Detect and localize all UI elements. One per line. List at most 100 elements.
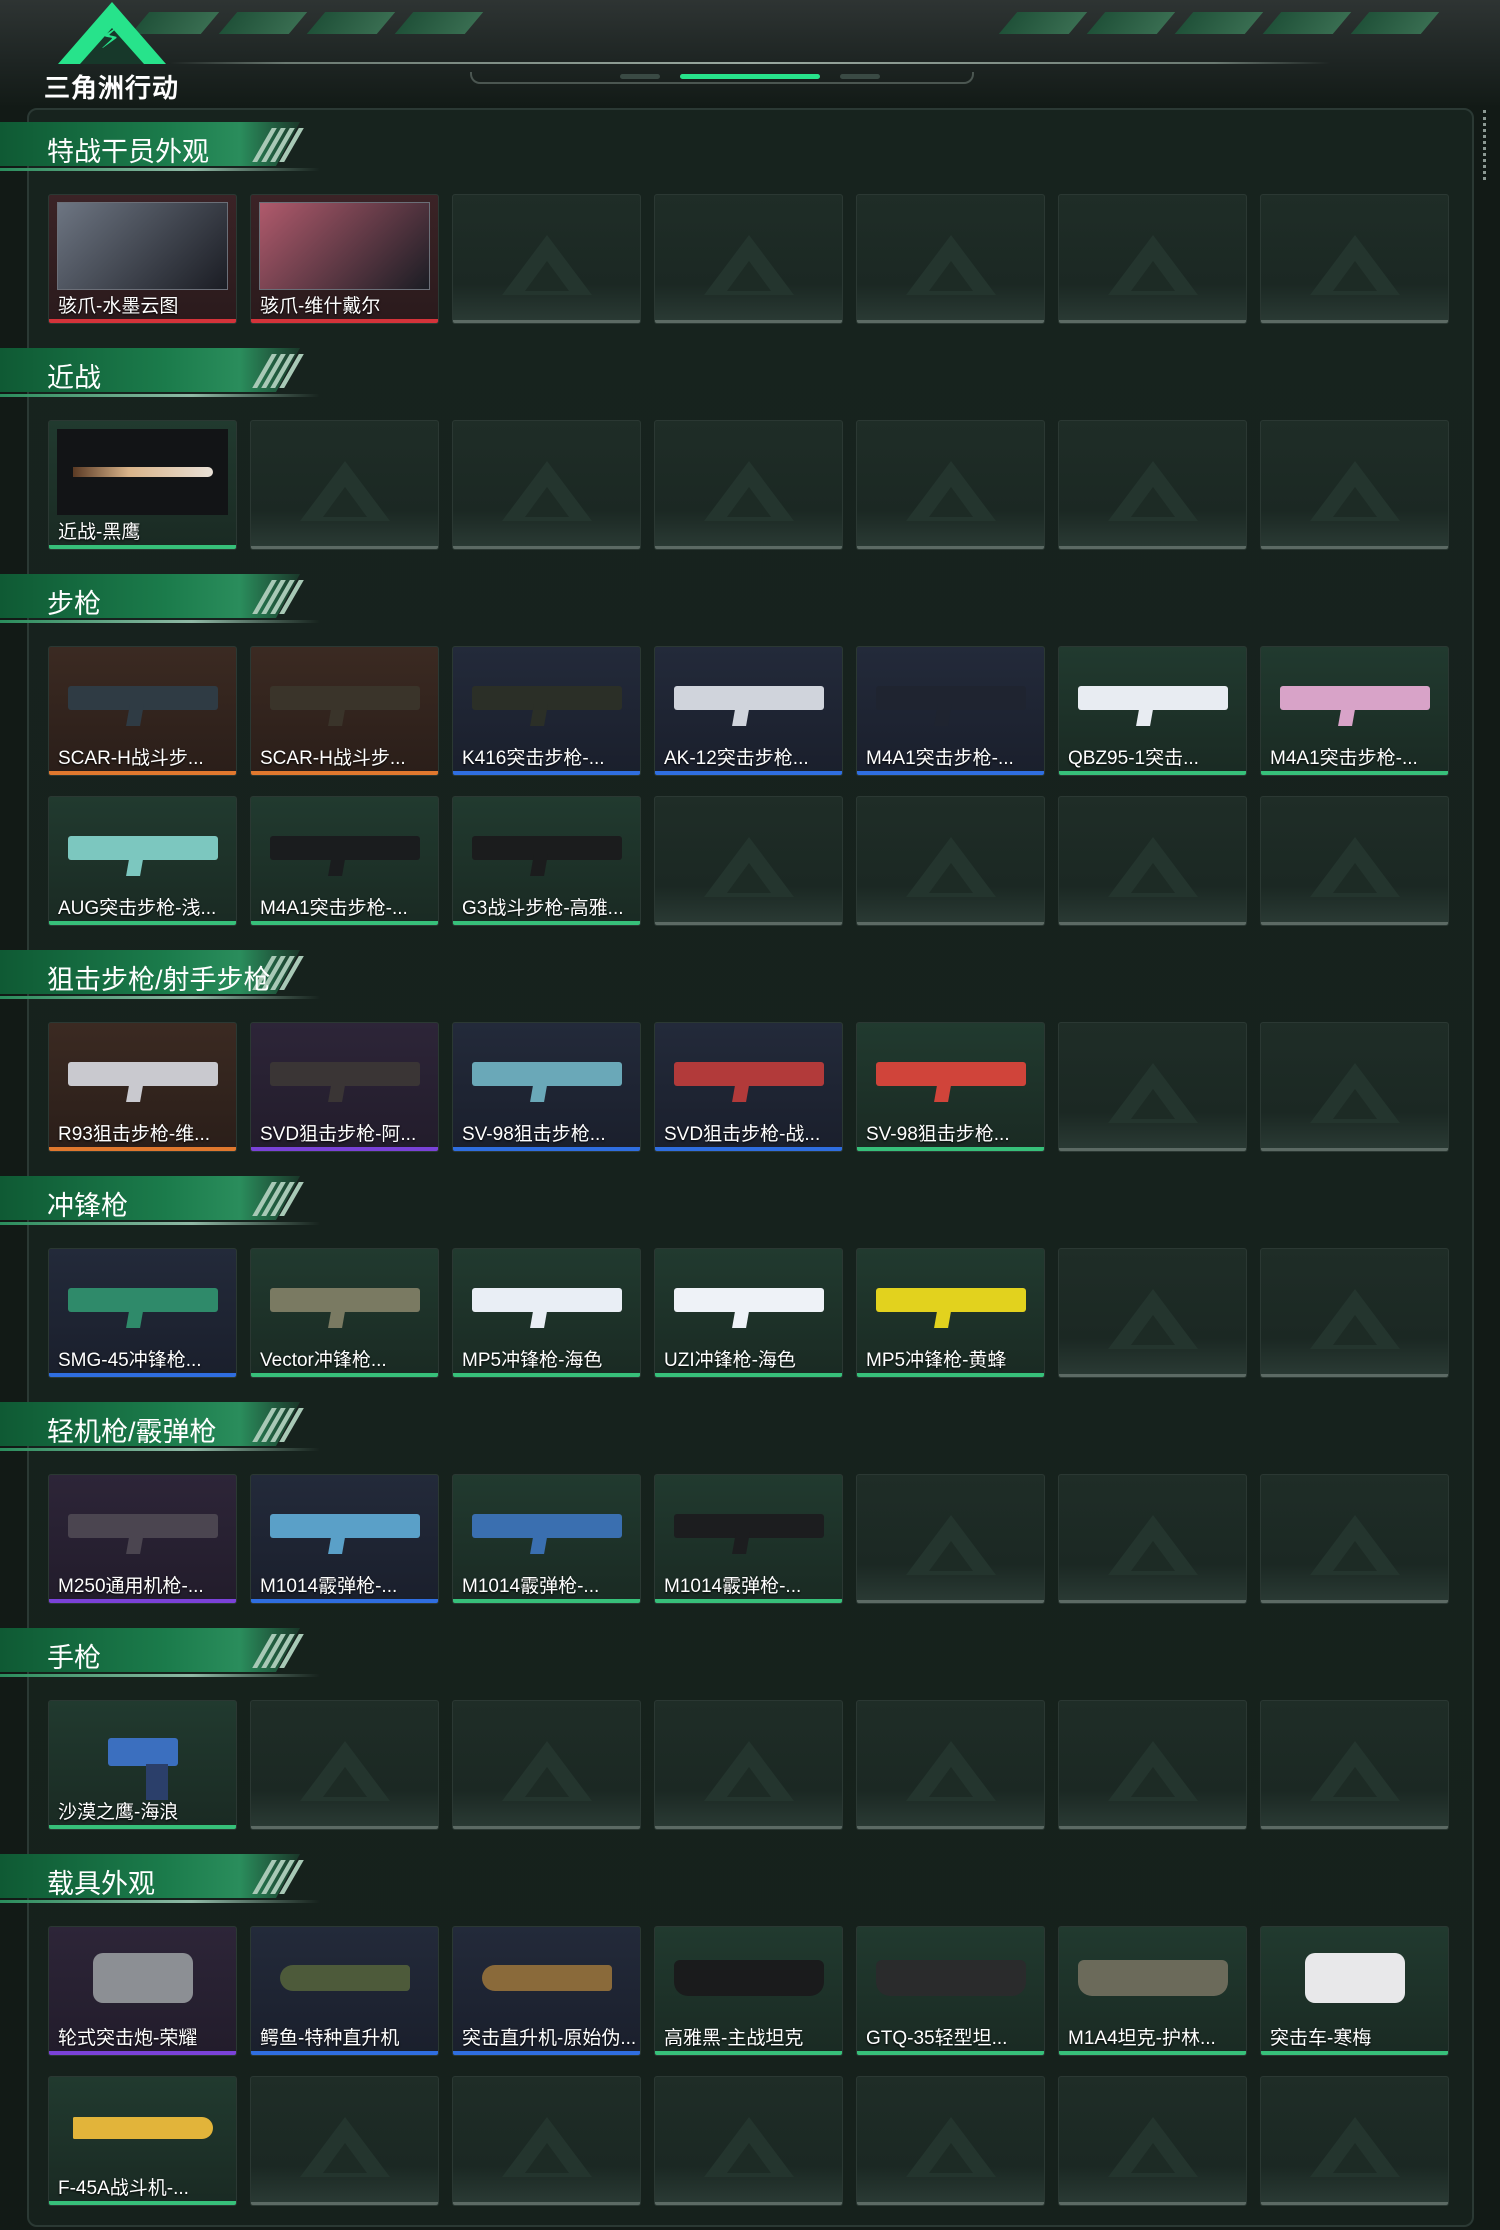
- slot-bar: [857, 1600, 1044, 1603]
- skin-card[interactable]: M1014霰弹枪-...: [654, 1474, 843, 1604]
- skin-card[interactable]: Vector冲锋枪...: [250, 1248, 439, 1378]
- skin-name: SCAR-H战斗步...: [58, 748, 204, 769]
- placeholder-logo-inner-icon: [928, 487, 973, 517]
- skin-card[interactable]: SCAR-H战斗步...: [48, 646, 237, 776]
- skin-card[interactable]: G3战斗步枪-高雅...: [452, 796, 641, 926]
- header-bar: ⚡ 三角洲行动: [0, 0, 1500, 108]
- section-title: 冲锋枪: [47, 1191, 128, 1221]
- section-header-slashes: [252, 354, 304, 388]
- placeholder-logo-inner-icon: [1130, 863, 1175, 893]
- slot-bar: [1261, 1600, 1448, 1603]
- skin-card[interactable]: 突击车-寒梅: [1260, 1926, 1449, 2056]
- skin-name: M4A1突击步枪-...: [1270, 748, 1418, 769]
- skin-name: SMG-45冲锋枪...: [58, 1350, 202, 1371]
- rarity-bar: [1261, 771, 1448, 775]
- weapon-icon: [67, 1514, 218, 1538]
- placeholder-logo-inner-icon: [322, 2143, 367, 2173]
- placeholder-logo-inner-icon: [524, 2143, 569, 2173]
- skin-card[interactable]: 轮式突击炮-荣耀: [48, 1926, 237, 2056]
- skin-card[interactable]: UZI冲锋枪-海色: [654, 1248, 843, 1378]
- item-art: [57, 2085, 228, 2171]
- placeholder-logo-inner-icon: [1332, 1315, 1377, 1345]
- skin-card[interactable]: 高雅黑-主战坦克: [654, 1926, 843, 2056]
- skin-card[interactable]: SCAR-H战斗步...: [250, 646, 439, 776]
- section-title: 轻机枪/霰弹枪: [47, 1417, 217, 1447]
- skin-card[interactable]: AUG突击步枪-浅...: [48, 796, 237, 926]
- item-art: [663, 1935, 834, 2021]
- skin-name: SVD狙击步枪-战...: [664, 1124, 821, 1145]
- item-art: [865, 1257, 1036, 1343]
- skin-card[interactable]: QBZ95-1突击...: [1058, 646, 1247, 776]
- skin-card[interactable]: K416突击步枪-...: [452, 646, 641, 776]
- slot-bar: [453, 1826, 640, 1829]
- skin-card[interactable]: M1014霰弹枪-...: [452, 1474, 641, 1604]
- rarity-bar: [1059, 2051, 1246, 2055]
- skin-card[interactable]: 突击直升机-原始伪...: [452, 1926, 641, 2056]
- header-stripes-left: [130, 12, 484, 38]
- skin-card[interactable]: R93狙击步枪-维...: [48, 1022, 237, 1152]
- skin-card[interactable]: M1014霰弹枪-...: [250, 1474, 439, 1604]
- skin-card[interactable]: M4A1突击步枪-...: [856, 646, 1045, 776]
- skin-name: K416突击步枪-...: [462, 748, 605, 769]
- section-header: 特战干员外观: [0, 122, 330, 174]
- rarity-bar: [251, 2051, 438, 2055]
- placeholder-logo-inner-icon: [928, 1541, 973, 1571]
- slot-bar: [1059, 1148, 1246, 1151]
- skin-card[interactable]: SMG-45冲锋枪...: [48, 1248, 237, 1378]
- placeholder-logo-inner-icon: [928, 1767, 973, 1797]
- skin-name: MP5冲锋枪-黄蜂: [866, 1350, 1007, 1371]
- slot-bar: [1059, 2202, 1246, 2205]
- rarity-bar: [453, 771, 640, 775]
- skin-card[interactable]: F-45A战斗机-...: [48, 2076, 237, 2206]
- scrollbar[interactable]: [1483, 110, 1490, 180]
- section-header: 轻机枪/霰弹枪: [0, 1402, 330, 1454]
- slot-bar: [1261, 2202, 1448, 2205]
- skin-card[interactable]: SV-98狙击步枪...: [856, 1022, 1045, 1152]
- tank-icon: [673, 1960, 824, 1996]
- tank-icon: [1077, 1960, 1228, 1996]
- skin-card[interactable]: 沙漠之鹰-海浪: [48, 1700, 237, 1830]
- skin-card[interactable]: MP5冲锋枪-黄蜂: [856, 1248, 1045, 1378]
- skin-card[interactable]: 鳄鱼-特种直升机: [250, 1926, 439, 2056]
- rarity-bar: [49, 2201, 236, 2205]
- skin-card[interactable]: 骇爪-维什戴尔: [250, 194, 439, 324]
- skin-card[interactable]: GTQ-35轻型坦...: [856, 1926, 1045, 2056]
- skin-card[interactable]: MP5冲锋枪-海色: [452, 1248, 641, 1378]
- skin-card[interactable]: M4A1突击步枪-...: [250, 796, 439, 926]
- empty-slot: [654, 420, 843, 550]
- empty-slot: [1058, 796, 1247, 926]
- rarity-bar: [655, 1599, 842, 1603]
- skin-card[interactable]: AK-12突击步枪...: [654, 646, 843, 776]
- empty-slot: [452, 2076, 641, 2206]
- slot-bar: [453, 320, 640, 323]
- skin-card[interactable]: M250通用机枪-...: [48, 1474, 237, 1604]
- skin-card[interactable]: M4A1突击步枪-...: [1260, 646, 1449, 776]
- empty-slot: [1058, 1248, 1247, 1378]
- section-title: 特战干员外观: [47, 137, 209, 167]
- rarity-bar: [49, 545, 236, 549]
- skin-card[interactable]: SVD狙击步枪-战...: [654, 1022, 843, 1152]
- placeholder-logo-inner-icon: [1130, 261, 1175, 291]
- slot-bar: [857, 546, 1044, 549]
- rarity-bar: [1261, 2051, 1448, 2055]
- rarity-bar: [49, 1373, 236, 1377]
- empty-slot: [1058, 1474, 1247, 1604]
- skin-name: AUG突击步枪-浅...: [58, 898, 217, 919]
- weapon-icon: [471, 1062, 622, 1086]
- slot-bar: [1261, 320, 1448, 323]
- empty-slot: [1260, 1248, 1449, 1378]
- skin-name: Vector冲锋枪...: [260, 1350, 387, 1371]
- skin-card[interactable]: SVD狙击步枪-阿...: [250, 1022, 439, 1152]
- placeholder-logo-inner-icon: [1130, 1767, 1175, 1797]
- slot-bar: [251, 2202, 438, 2205]
- skin-card[interactable]: 近战-黑鹰: [48, 420, 237, 550]
- skin-card[interactable]: 骇爪-水墨云图: [48, 194, 237, 324]
- placeholder-logo-inner-icon: [726, 863, 771, 893]
- slot-bar: [1261, 546, 1448, 549]
- skin-card[interactable]: M1A4坦克-护林...: [1058, 1926, 1247, 2056]
- rarity-bar: [49, 2051, 236, 2055]
- item-art: [57, 805, 228, 891]
- skin-name: SCAR-H战斗步...: [260, 748, 406, 769]
- empty-slot: [1058, 420, 1247, 550]
- skin-card[interactable]: SV-98狙击步枪...: [452, 1022, 641, 1152]
